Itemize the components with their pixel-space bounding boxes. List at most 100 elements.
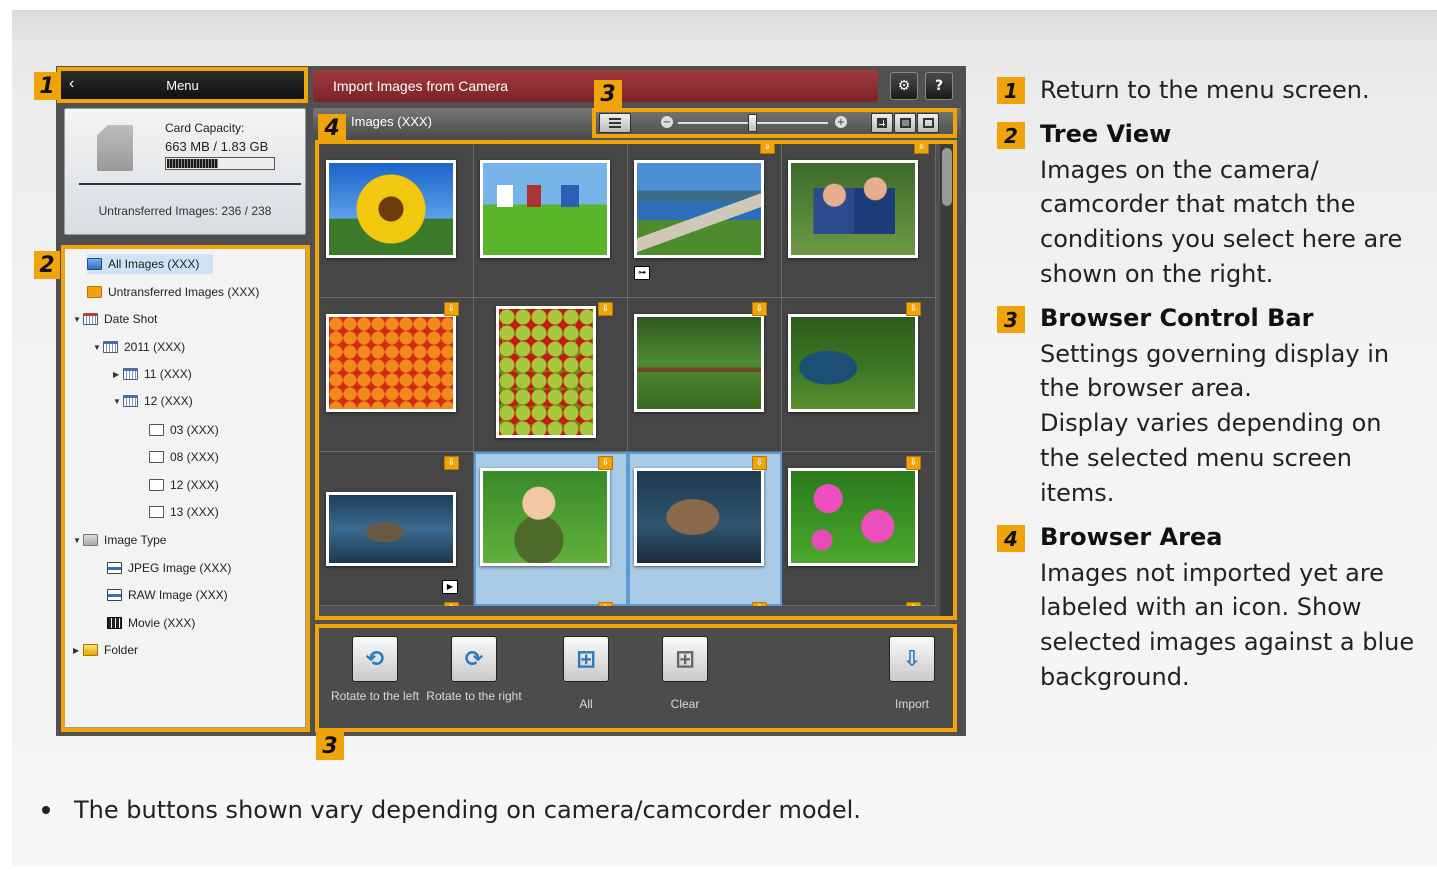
thumbnail-image[interactable]: [634, 314, 764, 412]
tree-item-date-shot[interactable]: ▼ Date Shot: [73, 309, 157, 329]
browser-scrollbar[interactable]: [940, 144, 954, 616]
tree-item-2011[interactable]: ▼ 2011 (XXX): [93, 337, 185, 357]
zoom-in-button[interactable]: +: [835, 116, 847, 128]
tree-item-month-12[interactable]: ▼ 12 (XXX): [113, 391, 193, 411]
thumbnail-image[interactable]: [788, 468, 918, 566]
list-icon: [609, 118, 621, 128]
thumbnail-image[interactable]: [326, 492, 456, 566]
thumbnail-cell-selected[interactable]: ⇩: [628, 452, 782, 606]
fruit-market-photo: [329, 317, 453, 409]
clear-selection-button[interactable]: ⊞: [662, 636, 708, 682]
tree-item-raw[interactable]: RAW Image (XXX): [107, 585, 228, 605]
footnote: The buttons shown vary depending on came…: [42, 796, 861, 824]
thumbnail-cell[interactable]: ⇩: [628, 298, 782, 452]
tree-item-label: All Images (XXX): [108, 257, 200, 271]
child-river-photo: [791, 317, 915, 409]
tree-item-all-images[interactable]: All Images (XXX): [87, 254, 213, 274]
select-all-label: All: [579, 697, 593, 711]
legend-line: the selected menu screen: [1040, 444, 1352, 472]
thumbnail-view-button[interactable]: [871, 113, 893, 133]
thumbnail-cell[interactable]: [320, 144, 474, 298]
thumbnail-image[interactable]: [788, 160, 918, 258]
legend-line: Images on the camera/: [1040, 156, 1319, 184]
expand-down-icon[interactable]: ▼: [73, 315, 83, 324]
grid-icon: [877, 118, 887, 128]
help-label: ?: [934, 78, 944, 94]
legend-line: shown on the right.: [1040, 260, 1274, 288]
tree-item-image-type[interactable]: ▼ Image Type: [73, 530, 166, 550]
tree-item-label: 03 (XXX): [170, 423, 219, 437]
thumbnail-image[interactable]: [634, 160, 764, 258]
tree-item-movie[interactable]: Movie (XXX): [107, 613, 195, 633]
thumbnail-image[interactable]: [326, 314, 456, 412]
help-button[interactable]: ?: [925, 72, 953, 100]
tree-item-label: 12 (XXX): [144, 394, 193, 408]
page-header-band: [12, 11, 1437, 49]
new-image-icon: ⇩: [752, 302, 767, 316]
expand-down-icon[interactable]: ▼: [73, 536, 83, 545]
thumbnail-cell[interactable]: [474, 144, 628, 298]
thumbnail-image[interactable]: [480, 160, 610, 258]
settings-button[interactable]: ⚙: [890, 72, 918, 100]
day-icon: [149, 479, 164, 491]
thumbnail-cell-selected[interactable]: ⇩: [474, 452, 628, 606]
thumbnail-image[interactable]: [496, 306, 596, 438]
rotate-left-label: Rotate to the left: [330, 689, 420, 703]
bullet-icon: [42, 806, 50, 814]
legend-line: labeled with an icon. Show: [1040, 593, 1362, 621]
tree-item-jpeg[interactable]: JPEG Image (XXX): [107, 558, 231, 578]
apples-tomatoes-photo: [499, 309, 593, 435]
tree-item-folder[interactable]: ▶ Folder: [73, 640, 138, 660]
thumbnail-image[interactable]: [788, 314, 918, 412]
sd-card-icon: [97, 125, 133, 171]
tree-item-label: Image Type: [104, 533, 167, 547]
tree-item-month-11[interactable]: ▶ 11 (XXX): [113, 364, 192, 384]
new-image-icon: ⇩: [752, 456, 767, 470]
select-all-button[interactable]: ⊞: [563, 636, 609, 682]
import-label: Import: [894, 697, 929, 711]
thumbnail-cell[interactable]: ⇩: [474, 298, 628, 452]
thumbnail-cell[interactable]: ⇩: [782, 452, 936, 606]
tree-item-day-03[interactable]: 03 (XXX): [149, 420, 219, 440]
legend-heading-4: Browser Area: [1040, 523, 1223, 551]
thumbnail-cell[interactable]: ⇩: [782, 298, 936, 452]
single-view-button[interactable]: [894, 113, 916, 133]
menu-button[interactable]: ‹ Menu: [61, 70, 304, 100]
browser-title: Images (XXX): [351, 114, 432, 129]
legend-num-2: 2: [997, 122, 1025, 149]
expand-right-icon[interactable]: ▶: [113, 370, 123, 379]
fullscreen-view-button[interactable]: [917, 113, 939, 133]
zoom-out-button[interactable]: −: [661, 116, 673, 128]
day-icon: [149, 424, 164, 436]
thumbnail-cell[interactable]: ⇩: [320, 298, 474, 452]
legend-num-4: 4: [997, 525, 1025, 552]
action-bar: ⟲ Rotate to the left ⟳ Rotate to the rig…: [313, 624, 961, 732]
tree-item-day-08[interactable]: 08 (XXX): [149, 447, 219, 467]
scrollbar-thumb[interactable]: [942, 148, 952, 206]
thumbnail-cell[interactable]: ⊶ ⇩: [628, 144, 782, 298]
fullscreen-icon: [923, 118, 934, 128]
thumbnail-image[interactable]: [634, 468, 764, 566]
expand-down-icon[interactable]: ▼: [113, 397, 123, 406]
thumbnail-cell[interactable]: ⇩: [782, 144, 936, 298]
rotate-right-button[interactable]: ⟳: [451, 636, 497, 682]
duck-photo: [329, 495, 453, 563]
clear-selection-label: Clear: [670, 697, 700, 711]
expand-right-icon[interactable]: ▶: [73, 646, 83, 655]
untransferred-icon: [87, 286, 102, 298]
new-image-icon: ⇩: [598, 456, 613, 470]
list-view-button[interactable]: [599, 113, 631, 133]
thumbnail-image[interactable]: [326, 160, 456, 258]
browser-area: ⊶ ⇩ ⇩ ⇩ ⇩ ⇩ ⇩ ▶ ⇩ ⇩ ⇩ ⇩: [320, 144, 936, 606]
thumbnail-image[interactable]: [480, 468, 610, 566]
expand-down-icon[interactable]: ▼: [93, 343, 103, 352]
tree-item-day-12[interactable]: 12 (XXX): [149, 475, 219, 495]
tree-item-untransferred[interactable]: Untransferred Images (XXX): [87, 282, 259, 302]
thumbnail-cell[interactable]: ▶ ⇩: [320, 452, 474, 606]
raw-icon: [107, 589, 122, 601]
app-window: ‹ Menu Import Images from Camera ⚙ ? Car…: [56, 66, 966, 736]
rotate-left-button[interactable]: ⟲: [352, 636, 398, 682]
import-button[interactable]: ⇩: [889, 636, 935, 682]
zoom-slider-handle[interactable]: [748, 114, 757, 132]
tree-item-day-13[interactable]: 13 (XXX): [149, 502, 219, 522]
